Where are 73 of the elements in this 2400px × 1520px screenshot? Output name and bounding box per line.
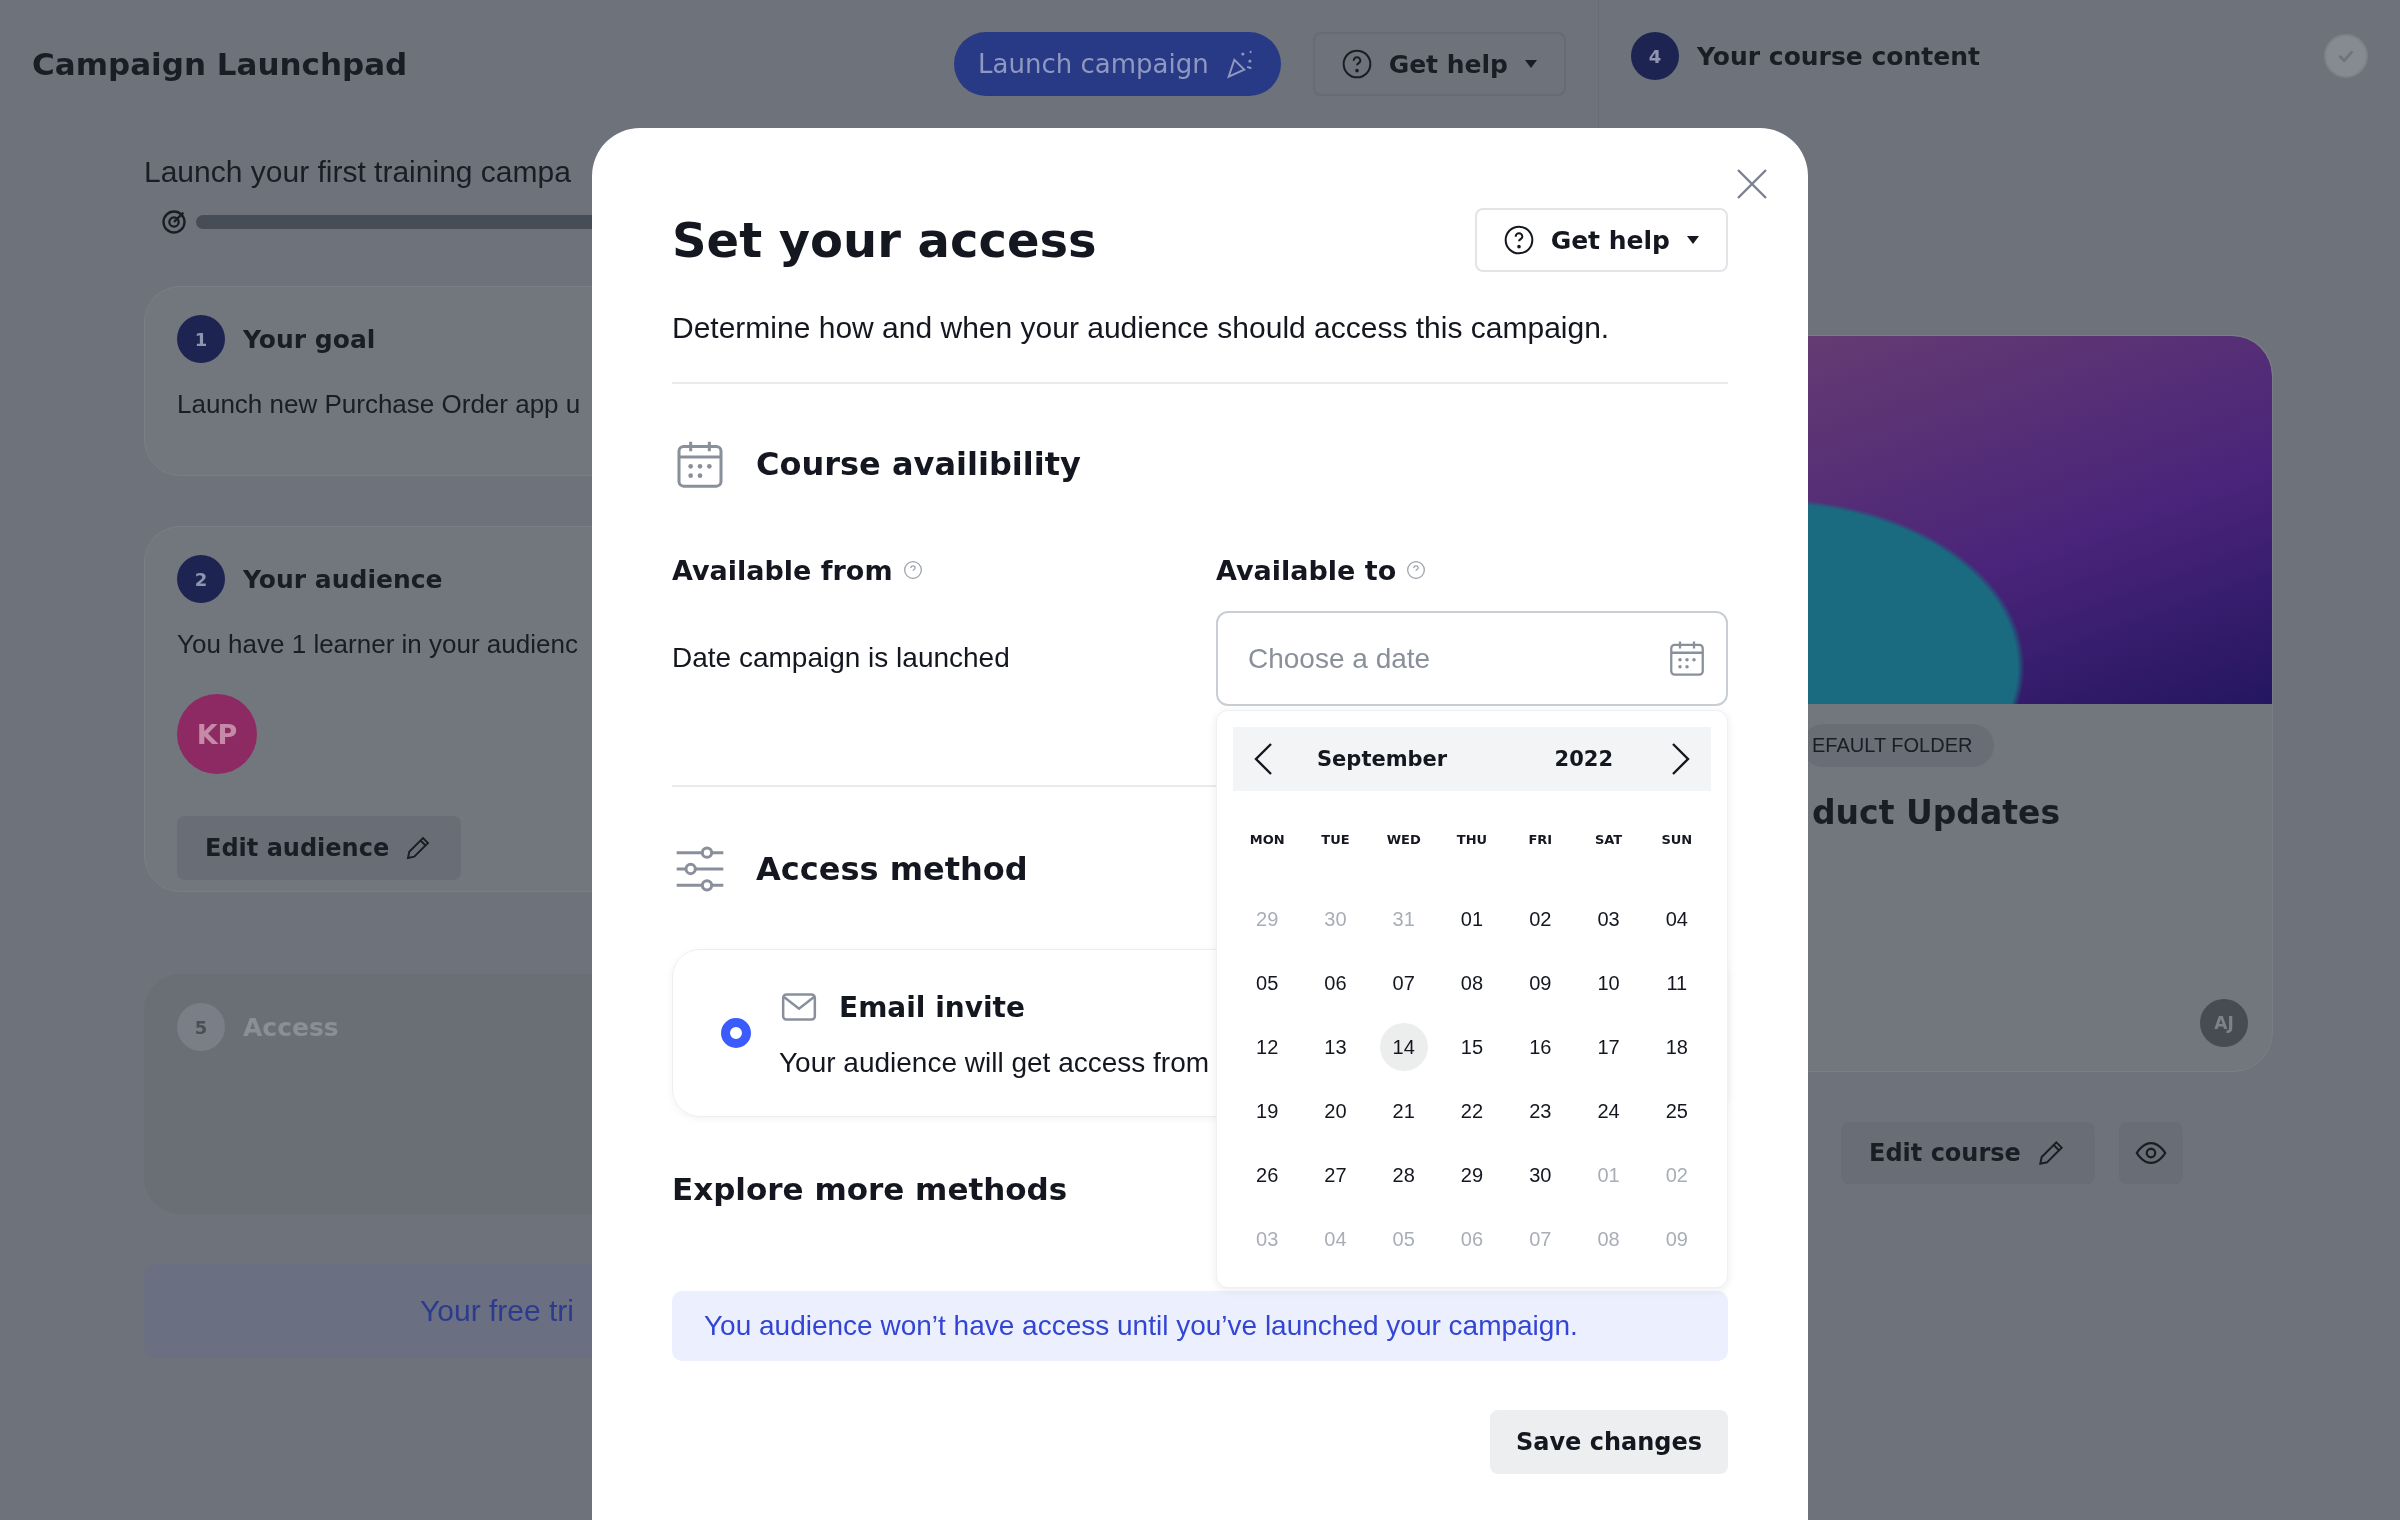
course-title: duct Updates	[1812, 793, 2062, 832]
calendar-day[interactable]: 06	[1311, 959, 1360, 1007]
weekday-label: SUN	[1660, 830, 1694, 849]
calendar-day[interactable]: 12	[1243, 1023, 1292, 1071]
calendar-day[interactable]: 17	[1584, 1023, 1633, 1071]
close-button[interactable]	[1736, 168, 1768, 200]
save-changes-button[interactable]: Save changes	[1489, 1410, 1728, 1474]
calendar-day[interactable]: 16	[1516, 1023, 1565, 1071]
avatar: KP	[177, 694, 257, 774]
calendar-day[interactable]: 30	[1516, 1151, 1565, 1199]
calendar-day[interactable]: 15	[1448, 1023, 1496, 1071]
calendar-day[interactable]: 03	[1584, 895, 1633, 943]
available-from-value: Date campaign is launched	[672, 642, 1010, 674]
date-field[interactable]: Choose a date	[1216, 611, 1728, 706]
section-title: Access method	[756, 850, 1028, 888]
calendar-day[interactable]: 08	[1448, 959, 1496, 1007]
calendar-day[interactable]: 29	[1448, 1151, 1496, 1199]
info-icon	[1406, 560, 1427, 580]
campaign-heading: Launch your first training campa	[144, 154, 572, 190]
method-description: Your audience will get access from	[779, 1047, 1210, 1079]
calendar-day[interactable]: 10	[1584, 959, 1633, 1007]
chevron-right-icon	[1671, 742, 1691, 776]
section-title: Course availibility	[756, 445, 1081, 483]
target-icon	[160, 208, 188, 236]
step-text: You have 1 learner in your audienc	[177, 629, 578, 660]
step-number: 4	[1631, 32, 1679, 80]
weekday-label: TUE	[1320, 830, 1351, 849]
calendar-day[interactable]: 04	[1652, 895, 1701, 943]
weekday-label: MON	[1248, 830, 1286, 849]
step-number: 1	[177, 315, 225, 363]
section-title: Explore more methods	[672, 1171, 1068, 1207]
step-title: Your course content	[1697, 41, 1981, 71]
help-icon	[1502, 224, 1535, 256]
caret-icon	[1524, 59, 1538, 69]
calendar-day[interactable]: 11	[1652, 959, 1701, 1007]
calendar-day[interactable]: 09	[1516, 959, 1565, 1007]
month-label: September	[1317, 747, 1448, 771]
radio-button[interactable]	[721, 1018, 751, 1048]
field-label: Available to	[1216, 554, 1397, 586]
calendar-day[interactable]: 27	[1311, 1151, 1360, 1199]
caret-icon	[1686, 235, 1700, 245]
calendar-day[interactable]: 13	[1311, 1023, 1360, 1071]
calendar-day[interactable]: 01	[1448, 895, 1496, 943]
calendar-day[interactable]: 05	[1243, 959, 1292, 1007]
modal-description: Determine how and when your audience should access this campaign.	[672, 310, 1611, 346]
preview-button[interactable]	[2118, 1122, 2183, 1184]
launch-campaign-button[interactable]: Launch campaign	[954, 32, 1281, 96]
step-title: Your goal	[243, 324, 376, 354]
calendar-day[interactable]: 14	[1379, 1023, 1428, 1071]
weekday-label: SAT	[1593, 830, 1624, 849]
info-text: You audience won’t have access until you’ve launched your campaign.	[704, 1310, 1578, 1342]
step-number: 2	[177, 555, 225, 603]
weekday-label: THU	[1455, 830, 1489, 849]
method-title: Email invite	[839, 990, 1025, 1024]
step-text: Launch new Purchase Order app u	[177, 389, 581, 420]
field-label: Available from	[672, 554, 893, 586]
app-title: Campaign Launchpad	[32, 46, 408, 82]
year-label: 2022	[1554, 747, 1613, 771]
calendar-day[interactable]: 07	[1379, 959, 1428, 1007]
trial-text: Your free tri	[420, 1294, 574, 1328]
modal-title: Set your access	[672, 212, 1097, 268]
weekday-label: FRI	[1527, 830, 1554, 849]
calendar-day[interactable]: 28	[1379, 1151, 1428, 1199]
close-icon	[1736, 168, 1768, 200]
help-icon	[1340, 48, 1373, 80]
info-icon	[902, 560, 923, 580]
step-title: Your audience	[243, 564, 443, 594]
get-help-button[interactable]: Get help	[1474, 208, 1728, 272]
weekday-label: WED	[1385, 830, 1422, 849]
chevron-left-icon	[1253, 742, 1273, 776]
calendar-day[interactable]: 26	[1243, 1151, 1292, 1199]
calendar-day[interactable]: 18	[1652, 1023, 1701, 1071]
calendar-day[interactable]: 02	[1516, 895, 1565, 943]
